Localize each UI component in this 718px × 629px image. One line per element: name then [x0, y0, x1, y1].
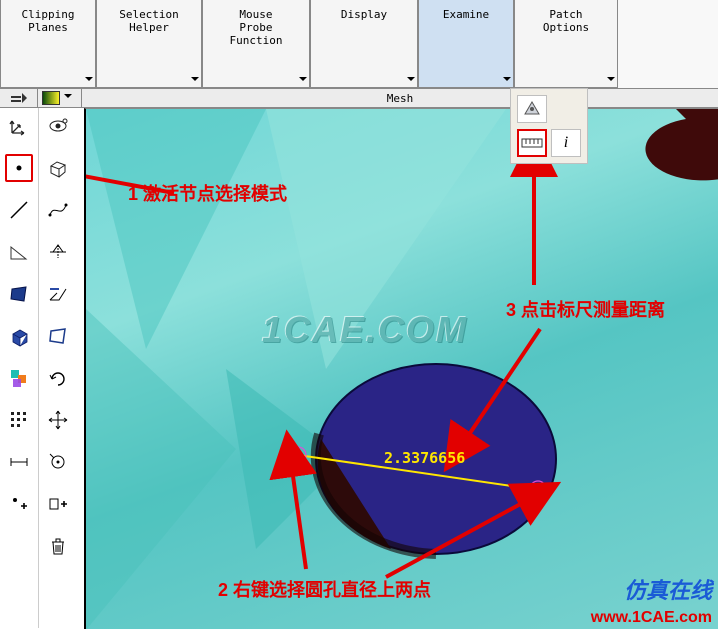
tool-plus-point[interactable]	[5, 490, 33, 518]
viewport-title: Mesh	[82, 92, 718, 105]
tool-ruler[interactable]	[5, 448, 33, 476]
popup-info-button[interactable]: i	[551, 129, 581, 157]
dropdown-icon	[607, 77, 615, 85]
info-icon: i	[564, 134, 568, 152]
tool-project-curve[interactable]	[44, 238, 72, 266]
examine-popup: i	[510, 88, 588, 164]
brand-cn: 仿真在线	[624, 573, 712, 605]
ribbon-group-examine[interactable]: Examine	[418, 0, 514, 88]
ribbon-label-clipping: Clipping Planes	[22, 8, 75, 34]
annotation-1: 1 激活节点选择模式	[128, 180, 287, 206]
ribbon-group-selection[interactable]: Selection Helper	[96, 0, 202, 88]
toolbar-col-2	[38, 108, 76, 628]
toolbar-col-1	[0, 108, 38, 628]
tool-quad-outline[interactable]	[44, 322, 72, 350]
dropdown-icon	[407, 77, 415, 85]
tool-redo-arc[interactable]	[44, 364, 72, 392]
dropdown-icon	[299, 77, 307, 85]
popup-face-mode[interactable]	[517, 95, 547, 123]
tool-sweep-curve[interactable]	[44, 280, 72, 308]
colormap-icon	[42, 91, 60, 105]
tool-trash[interactable]	[44, 532, 72, 560]
watermark: 1CAE.COM	[262, 309, 468, 351]
measurement-value: 2.3376656	[384, 449, 465, 467]
dropdown-icon	[503, 77, 511, 85]
tool-angle[interactable]	[5, 238, 33, 266]
tool-quad[interactable]	[5, 280, 33, 308]
left-toolbars	[0, 108, 84, 628]
tool-plus-object-right[interactable]	[44, 490, 72, 518]
ribbon-group-display[interactable]: Display	[310, 0, 418, 88]
ribbon-label-selection: Selection Helper	[119, 8, 179, 34]
tool-line[interactable]	[5, 196, 33, 224]
ribbon-group-mouseprobe[interactable]: Mouse Probe Function	[202, 0, 310, 88]
tool-eye-toggle[interactable]	[44, 112, 72, 140]
ribbon-group-clipping[interactable]: Clipping Planes	[0, 0, 96, 88]
tool-snap-target[interactable]	[44, 448, 72, 476]
tool-cube[interactable]	[5, 322, 33, 350]
ribbon-toolbar: Clipping Planes Selection Helper Mouse P…	[0, 0, 718, 88]
ribbon-label-display: Display	[341, 8, 387, 21]
tool-multi-body[interactable]	[5, 364, 33, 392]
subbar-left-toggle[interactable]	[0, 89, 38, 107]
annotation-2: 2 右键选择圆孔直径上两点	[218, 576, 431, 602]
brand-url: www.1CAE.com	[591, 609, 712, 627]
ribbon-label-patch: Patch Options	[543, 8, 589, 34]
tool-wire-cube[interactable]	[44, 154, 72, 182]
ribbon-label-examine: Examine	[443, 8, 489, 21]
dropdown-icon	[191, 77, 199, 85]
ribbon-group-patch[interactable]: Patch Options	[514, 0, 618, 88]
ribbon-label-mouseprobe: Mouse Probe Function	[230, 8, 283, 47]
tool-grid-points[interactable]	[5, 406, 33, 434]
annotation-3: 3 点击标尺测量距离	[506, 296, 665, 322]
popup-ruler-button[interactable]	[517, 129, 547, 157]
tool-pan-crosshair[interactable]	[44, 406, 72, 434]
tool-spline-curve[interactable]	[44, 196, 72, 224]
colormap-button[interactable]	[38, 89, 82, 107]
tool-vertex-dot[interactable]	[5, 154, 33, 182]
subbar: Mesh	[0, 88, 718, 108]
dropdown-icon	[85, 77, 93, 85]
tool-axis-arrows[interactable]	[5, 112, 33, 140]
